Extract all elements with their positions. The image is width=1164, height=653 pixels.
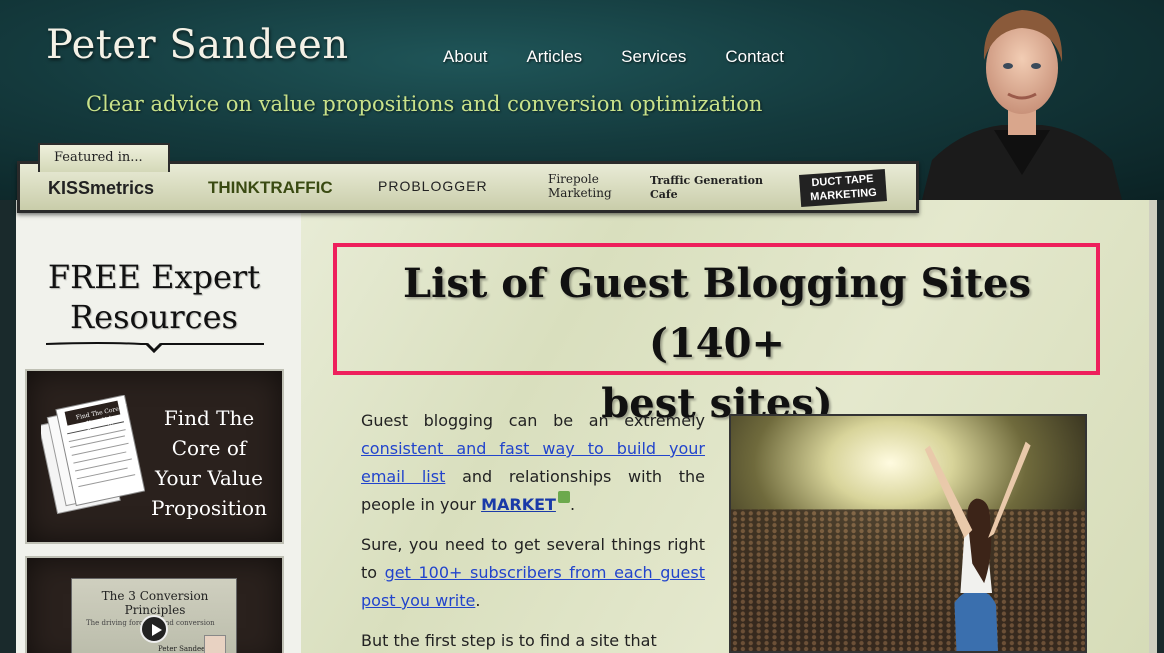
article-paragraph: Guest blogging can be an extremely consi… — [361, 411, 705, 514]
logo-traffic-generation-cafe[interactable]: Traffic Generation Cafe — [650, 174, 780, 202]
main-nav: About Articles Services Contact — [443, 47, 823, 67]
video-thumbnail[interactable]: The 3 Conversion Principles The driving … — [71, 578, 237, 653]
site-tagline: Clear advice on value propositions and c… — [86, 92, 763, 116]
logo-duct-tape-marketing[interactable]: DUCT TAPE MARKETING — [798, 169, 888, 207]
article-paragraph: Sure, you need to get several things rig… — [361, 535, 705, 610]
logo-kissmetrics[interactable]: KISSmetrics — [48, 178, 154, 199]
resource-title: Find The Core of Your Value Proposition — [151, 406, 267, 520]
play-icon[interactable] — [140, 615, 168, 643]
nav-articles[interactable]: Articles — [526, 47, 582, 67]
video-title: The 3 Conversion Principles — [101, 589, 209, 617]
resource-conversion-video[interactable]: The 3 Conversion Principles The driving … — [25, 556, 284, 653]
logo-firepole-marketing[interactable]: Firepole Marketing — [548, 172, 628, 200]
external-link-icon[interactable] — [557, 491, 570, 503]
featured-in-label: Featured in... — [38, 143, 170, 172]
nav-services[interactable]: Services — [621, 47, 686, 67]
sidebar-title: FREE Expert Resources — [47, 258, 261, 336]
site-title[interactable]: Peter Sandeen — [46, 22, 349, 68]
divider-arrow-icon — [46, 342, 264, 354]
crowd-celebration-image — [729, 414, 1087, 653]
link-get-subscribers[interactable]: get 100+ subscribers from each guest pos… — [361, 563, 705, 610]
author-portrait — [922, 10, 1122, 200]
nav-about[interactable]: About — [443, 47, 487, 67]
article-paragraph: But the first step is to find a site tha… — [361, 631, 657, 650]
video-author-avatar — [204, 635, 226, 653]
resource-value-proposition[interactable]: Find The Core of Your Value Proposition … — [25, 369, 284, 544]
video-author: Peter Sandeen — [158, 645, 210, 653]
article-body: Guest blogging can be an extremely consi… — [361, 407, 705, 653]
link-market[interactable]: MARKET — [481, 495, 556, 514]
nav-contact[interactable]: Contact — [725, 47, 784, 67]
logo-thinktraffic[interactable]: THINKTRAFFIC — [208, 178, 333, 198]
logo-problogger[interactable]: PROBLOGGER — [378, 178, 488, 194]
